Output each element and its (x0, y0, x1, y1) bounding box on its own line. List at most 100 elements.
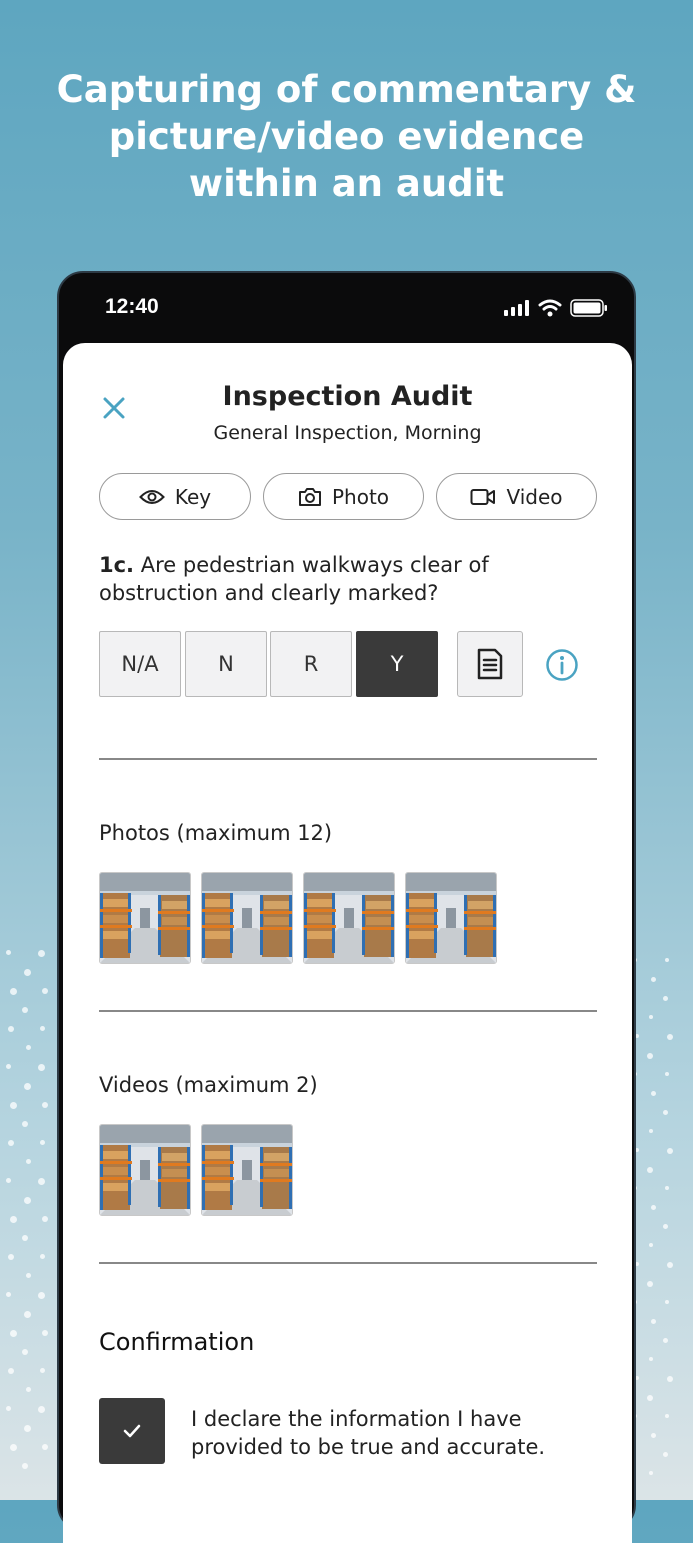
warehouse-image (304, 873, 394, 963)
photo-button[interactable]: Photo (263, 473, 424, 520)
decorative-dot (38, 1406, 45, 1413)
photo-thumbnail[interactable] (99, 872, 191, 964)
decorative-dot (8, 1254, 14, 1260)
signal-icon (504, 300, 529, 316)
answer-y[interactable]: Y (356, 631, 438, 697)
decorative-dot (647, 1281, 653, 1287)
decorative-dot (22, 1463, 28, 1469)
divider (99, 1262, 597, 1264)
checkmark-icon (123, 1424, 141, 1438)
decorative-dot (22, 1235, 28, 1241)
decorative-dot (24, 1425, 31, 1432)
add-note-button[interactable] (457, 631, 523, 697)
decorative-dot (10, 1102, 17, 1109)
decorative-dot (6, 1406, 11, 1411)
decorative-dot (24, 1197, 31, 1204)
decorative-dot (8, 1368, 14, 1374)
page-title: Inspection Audit (222, 381, 473, 412)
decorative-dot (649, 1015, 653, 1019)
decorative-dot (10, 1216, 17, 1223)
decorative-dot (38, 950, 45, 957)
decorative-dot (26, 1045, 31, 1050)
decorative-dot (42, 1216, 48, 1222)
decorative-dot (649, 1357, 653, 1361)
video-thumbnail[interactable] (99, 1124, 191, 1216)
divider (99, 758, 597, 760)
decorative-dot (6, 1064, 11, 1069)
decorative-dot (647, 1395, 653, 1401)
status-time: 12:40 (105, 295, 159, 318)
photo-thumbnail[interactable] (201, 872, 293, 964)
decorative-dot (26, 1159, 31, 1164)
decorative-dot (40, 1140, 45, 1145)
warehouse-image (202, 873, 292, 963)
decorative-dot (649, 1129, 653, 1133)
warehouse-image (100, 1125, 190, 1215)
decorative-dot (667, 1034, 673, 1040)
decorative-dot (26, 1387, 31, 1392)
decorative-dot (665, 1186, 669, 1190)
decorative-dot (42, 1330, 48, 1336)
decorative-dot (647, 1053, 653, 1059)
question-number: 1c. (99, 553, 135, 577)
decorative-dot (649, 1243, 653, 1247)
decorative-dot (651, 977, 656, 982)
decorative-dot (649, 1471, 653, 1475)
decorative-dot (651, 1433, 656, 1438)
phone-frame: 12:40 Inspection Audit General Inspectio… (57, 271, 636, 1543)
decorative-dot (10, 988, 17, 995)
headline: Capturing of commentary & picture/video … (56, 68, 637, 205)
decorative-dot (22, 1121, 28, 1127)
key-button-label: Key (174, 484, 212, 509)
decorative-dot (665, 1414, 669, 1418)
video-button[interactable]: Video (436, 473, 597, 520)
decorative-dot (667, 1376, 673, 1382)
decorative-dot (26, 1273, 31, 1278)
decorative-dot (40, 1026, 45, 1031)
decorative-dot (665, 1072, 669, 1076)
decorative-dot (42, 988, 48, 994)
decorative-dot (667, 1262, 673, 1268)
decorative-dot (38, 1292, 45, 1299)
photo-thumbnail[interactable] (303, 872, 395, 964)
confirmation-checkbox[interactable] (99, 1398, 165, 1464)
decorative-dot (6, 1292, 11, 1297)
key-button[interactable]: Key (99, 473, 251, 520)
decorative-dot (667, 1148, 673, 1154)
decorative-dot (42, 1444, 48, 1450)
info-icon[interactable] (545, 648, 579, 682)
decorative-dot (10, 1444, 17, 1451)
video-camera-icon (470, 488, 496, 505)
decorative-dot (665, 1300, 669, 1304)
decorative-dot (8, 1026, 14, 1032)
audit-screen: Inspection Audit General Inspection, Mor… (63, 343, 632, 1543)
decorative-dot (40, 1368, 45, 1373)
decorative-dot (10, 1330, 17, 1337)
decorative-dot (663, 1224, 668, 1229)
question-body: Are pedestrian walkways clear of obstruc… (99, 553, 489, 605)
eye-icon (138, 489, 165, 504)
decorative-dot (647, 1167, 653, 1173)
decorative-dot (24, 969, 31, 976)
decorative-dot (24, 1311, 31, 1318)
confirmation-heading: Confirmation (99, 1328, 255, 1356)
decorative-dot (663, 1338, 668, 1343)
decorative-dot (663, 1452, 668, 1457)
decorative-dot (6, 950, 11, 955)
warehouse-image (406, 873, 496, 963)
decorative-dot (38, 1064, 45, 1071)
answer-r[interactable]: R (270, 631, 352, 697)
page-subtitle: General Inspection, Morning (213, 422, 482, 444)
status-icons (504, 299, 608, 317)
answer-n[interactable]: N (185, 631, 267, 697)
decorative-dot (651, 1205, 656, 1210)
video-button-label: Video (506, 484, 563, 509)
battery-icon (570, 299, 607, 317)
video-thumbnail[interactable] (201, 1124, 293, 1216)
wifi-icon (538, 299, 562, 317)
answer-na[interactable]: N/A (99, 631, 181, 697)
photo-thumbnail[interactable] (405, 872, 497, 964)
warehouse-image (202, 1125, 292, 1215)
decorative-dot (22, 1007, 28, 1013)
decorative-dot (24, 1083, 31, 1090)
